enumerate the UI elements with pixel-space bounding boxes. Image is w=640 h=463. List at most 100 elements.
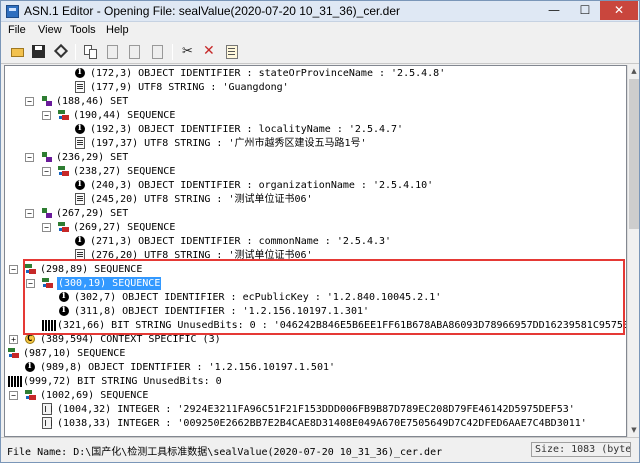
tree-node[interactable]: − (188,46) SET — [5, 95, 625, 108]
collapse-icon[interactable]: − — [9, 265, 18, 274]
object-identifier-icon — [75, 66, 85, 79]
tree-node-label: (188,46) SET — [56, 96, 129, 107]
tree-node[interactable]: (177,9) UTF8 STRING : 'Guangdong' — [5, 81, 625, 94]
tree-node-label: (269,27) SEQUENCE — [73, 222, 176, 233]
menu-file[interactable]: File — [8, 24, 26, 36]
collapse-icon[interactable]: − — [25, 97, 34, 106]
collapse-icon[interactable]: − — [42, 111, 51, 120]
tree-node[interactable]: −(999,72) BIT STRING UnusedBits: 0 — [5, 375, 625, 388]
title-bar[interactable]: ASN.1 Editor - Opening File: sealValue(2… — [1, 1, 639, 22]
set-icon — [41, 207, 53, 219]
status-bar: File Name: D:\国产化\检测工具标准数据\sealValue(202… — [1, 437, 639, 462]
tree-node-label: (236,29) SET — [56, 152, 129, 163]
maximize-button[interactable]: ☐ — [570, 1, 600, 20]
window-title: ASN.1 Editor - Opening File: sealValue(2… — [24, 4, 401, 18]
collapse-icon[interactable]: − — [9, 391, 18, 400]
set-icon — [41, 95, 53, 107]
sequence-icon — [58, 221, 70, 233]
tree-node-label: (999,72) BIT STRING UnusedBits: 0 — [23, 376, 222, 387]
tree-node[interactable]: − (238,27) SEQUENCE — [5, 165, 625, 178]
tree-node[interactable]: − (267,29) SET — [5, 207, 625, 220]
tree-node[interactable]: (240,3) OBJECT IDENTIFIER : organization… — [5, 178, 625, 192]
scroll-down-icon[interactable]: ▼ — [630, 426, 638, 434]
open-file-icon[interactable] — [9, 43, 26, 60]
close-button[interactable]: ✕ — [600, 1, 638, 20]
menu-bar: File View Tools Help — [1, 22, 639, 40]
app-window: ASN.1 Editor - Opening File: sealValue(2… — [0, 0, 640, 463]
sequence-icon — [25, 389, 37, 401]
integer-icon — [42, 403, 52, 415]
collapse-icon[interactable]: − — [25, 153, 34, 162]
context-specific-icon — [25, 333, 35, 346]
tree-node-label: (240,3) OBJECT IDENTIFIER : organization… — [90, 180, 434, 191]
collapse-icon[interactable]: − — [42, 167, 51, 176]
tree-node[interactable]: − (236,29) SET — [5, 151, 625, 164]
save-icon[interactable] — [30, 43, 47, 60]
tree-node[interactable]: (192,3) OBJECT IDENTIFIER : localityName… — [5, 122, 625, 136]
sequence-icon — [8, 347, 20, 359]
paste-after-icon[interactable] — [149, 43, 166, 60]
tree-node-label: (172,3) OBJECT IDENTIFIER : stateOrProvi… — [90, 68, 446, 79]
utf8-string-icon — [75, 81, 85, 93]
sequence-icon — [58, 165, 70, 177]
tree-node-label: (267,29) SET — [56, 208, 129, 219]
utf8-string-icon — [75, 193, 85, 205]
tree-node-label: (192,3) OBJECT IDENTIFIER : localityName… — [90, 124, 404, 135]
sequence-icon — [58, 109, 70, 121]
collapse-icon[interactable]: − — [25, 209, 34, 218]
object-identifier-icon — [75, 234, 85, 247]
tree-node[interactable]: (1004,32) INTEGER : '2924E3211FA96C51F21… — [5, 403, 625, 416]
tree-node-label: (1038,33) INTEGER : '009250E2662BB7E2B4C… — [57, 418, 587, 429]
status-file-size: Size: 1083 (bytes) — [531, 442, 631, 457]
tree-node-label: (271,3) OBJECT IDENTIFIER : commonName :… — [90, 236, 392, 247]
utf8-string-icon — [75, 137, 85, 149]
bit-string-icon — [8, 376, 22, 387]
tree-node[interactable]: − (269,27) SEQUENCE — [5, 221, 625, 234]
tree-node[interactable]: −(987,10) SEQUENCE — [5, 347, 625, 360]
highlight-annotation-box — [23, 259, 625, 335]
integer-icon — [42, 417, 52, 429]
properties-icon[interactable] — [223, 43, 240, 60]
tree-node-label: (1002,69) SEQUENCE — [40, 390, 149, 401]
tree-node-label: (197,37) UTF8 STRING : '广州市越秀区建设五马路1号' — [90, 138, 367, 149]
expand-icon[interactable]: + — [9, 335, 18, 344]
tree-node[interactable]: − (1002,69) SEQUENCE — [5, 389, 625, 402]
scrollbar-thumb[interactable] — [629, 79, 639, 229]
paste-icon[interactable] — [104, 43, 121, 60]
toolbar-separator — [172, 44, 173, 60]
menu-help[interactable]: Help — [106, 24, 129, 36]
tree-node-label: (989,8) OBJECT IDENTIFIER : '1.2.156.101… — [40, 362, 336, 373]
tree-node-label: (987,10) SEQUENCE — [23, 348, 126, 359]
vertical-scrollbar[interactable]: ▲ ▼ — [627, 65, 639, 437]
menu-view[interactable]: View — [38, 24, 62, 36]
app-icon — [6, 5, 19, 18]
tree-node-label: (238,27) SEQUENCE — [73, 166, 176, 177]
tree-node-label: (190,44) SEQUENCE — [73, 110, 176, 121]
collapse-icon[interactable]: − — [42, 223, 51, 232]
toolbar-separator — [75, 44, 76, 60]
menu-tools[interactable]: Tools — [70, 24, 96, 36]
tag-icon[interactable] — [52, 43, 69, 60]
minimize-button[interactable]: — — [539, 1, 569, 20]
tree-node[interactable]: (245,20) UTF8 STRING : '测试单位证书06' — [5, 193, 625, 206]
asn1-tree-view[interactable]: (172,3) OBJECT IDENTIFIER : stateOrProvi… — [4, 65, 627, 437]
paste-before-icon[interactable] — [126, 43, 143, 60]
tree-node[interactable]: (989,8) OBJECT IDENTIFIER : '1.2.156.101… — [5, 360, 625, 374]
tree-node[interactable]: − (190,44) SEQUENCE — [5, 109, 625, 122]
object-identifier-icon — [25, 360, 35, 373]
tree-node[interactable]: (197,37) UTF8 STRING : '广州市越秀区建设五马路1号' — [5, 137, 625, 150]
tree-node[interactable]: (172,3) OBJECT IDENTIFIER : stateOrProvi… — [5, 66, 625, 80]
tree-node[interactable]: (1038,33) INTEGER : '009250E2662BB7E2B4C… — [5, 417, 625, 430]
cut-icon[interactable]: ✂ — [179, 43, 196, 60]
toolbar: ✂ ✕ — [1, 40, 639, 64]
tree-node-label: (245,20) UTF8 STRING : '测试单位证书06' — [90, 194, 313, 205]
tree-node[interactable]: (271,3) OBJECT IDENTIFIER : commonName :… — [5, 234, 625, 248]
tree-node-label: (1004,32) INTEGER : '2924E3211FA96C51F21… — [57, 404, 575, 415]
object-identifier-icon — [75, 122, 85, 135]
tree-node-label: (177,9) UTF8 STRING : 'Guangdong' — [90, 82, 289, 93]
copy-icon[interactable] — [82, 43, 99, 60]
set-icon — [41, 151, 53, 163]
delete-icon[interactable]: ✕ — [200, 43, 217, 60]
scroll-up-icon[interactable]: ▲ — [630, 67, 638, 75]
status-file-name: File Name: D:\国产化\检测工具标准数据\sealValue(202… — [7, 447, 443, 458]
